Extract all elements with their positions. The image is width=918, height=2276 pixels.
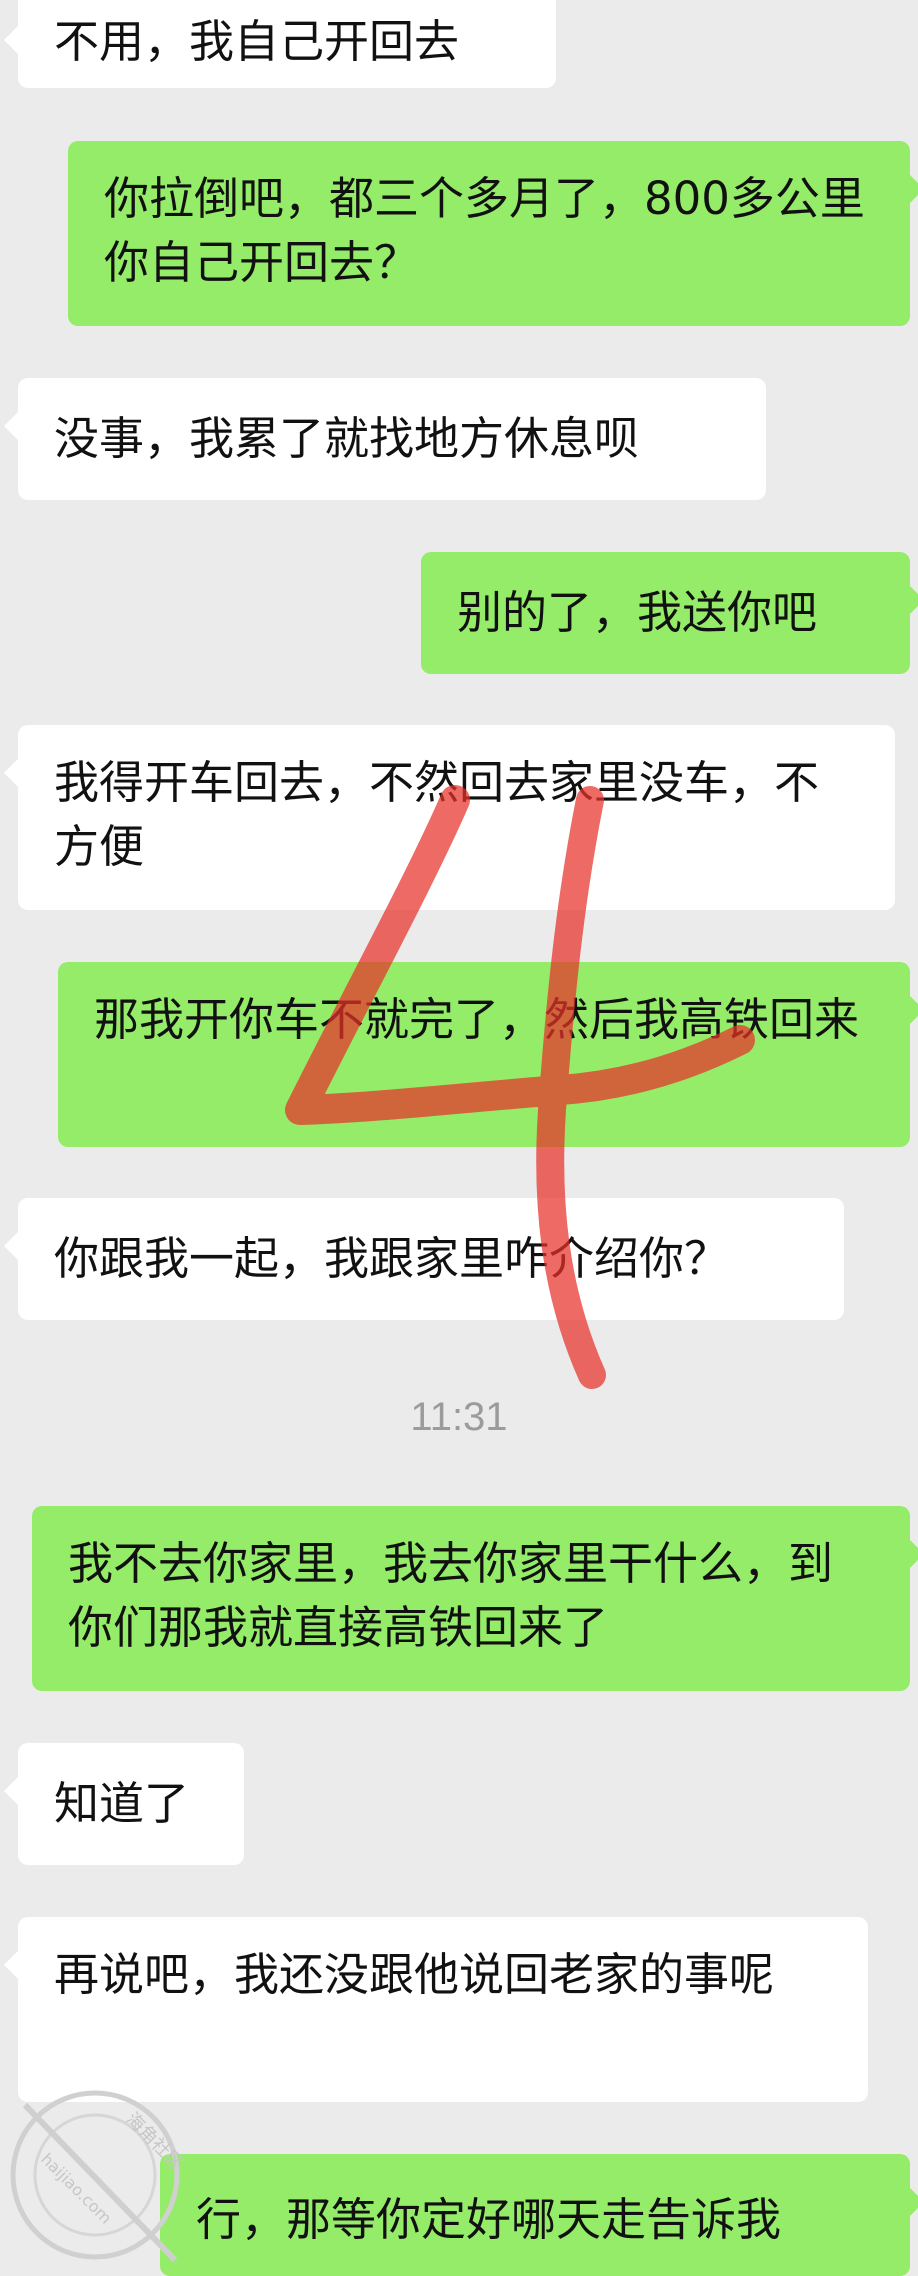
- message-text: 知道了: [54, 1777, 190, 1830]
- message-outgoing[interactable]: 你拉倒吧，都三个多月了，800多公里你自己开回去？: [68, 141, 918, 326]
- message-text: 行，那等你定好哪天走告诉我: [196, 2193, 782, 2246]
- message-incoming[interactable]: 你跟我一起，我跟家里咋介绍你？: [4, 1198, 844, 1320]
- message-incoming[interactable]: 知道了: [4, 1743, 244, 1865]
- message-text: 再说吧，我还没跟他说回老家的事呢: [54, 1948, 775, 2001]
- message-text: 没事，我累了就找地方休息呗: [54, 412, 640, 465]
- message-outgoing[interactable]: 别的了，我送你吧: [421, 552, 918, 674]
- chat-timestamp: 11:31: [410, 1395, 508, 1439]
- message-incoming[interactable]: 我得开车回去，不然回去家里没车，不方便: [4, 725, 895, 910]
- chat-area: 不用，我自己开回去 你拉倒吧，都三个多月了，800多公里你自己开回去？ 没事，我…: [0, 0, 918, 2276]
- message-text: 不用，我自己开回去: [54, 15, 460, 68]
- message-incoming[interactable]: 没事，我累了就找地方休息呗: [4, 378, 766, 500]
- message-text: 我得开车回去，不然回去家里没车，不方便: [54, 756, 820, 873]
- message-text: 你拉倒吧，都三个多月了，800多公里你自己开回去？: [104, 172, 865, 289]
- message-outgoing[interactable]: 我不去你家里，我去你家里干什么，到你们那我就直接高铁回来了: [32, 1506, 918, 1691]
- message-incoming[interactable]: 不用，我自己开回去: [4, 0, 556, 88]
- message-incoming[interactable]: 再说吧，我还没跟他说回老家的事呢: [4, 1917, 868, 2102]
- message-text: 别的了，我送你吧: [457, 586, 818, 639]
- message-text: 那我开你车不就完了，然后我高铁回来: [94, 993, 860, 1046]
- message-outgoing[interactable]: 行，那等你定好哪天走告诉我: [160, 2154, 918, 2276]
- message-text: 你跟我一起，我跟家里咋介绍你？: [54, 1232, 730, 1285]
- message-outgoing[interactable]: 那我开你车不就完了，然后我高铁回来: [58, 962, 918, 1147]
- message-text: 我不去你家里，我去你家里干什么，到你们那我就直接高铁回来了: [68, 1537, 834, 1654]
